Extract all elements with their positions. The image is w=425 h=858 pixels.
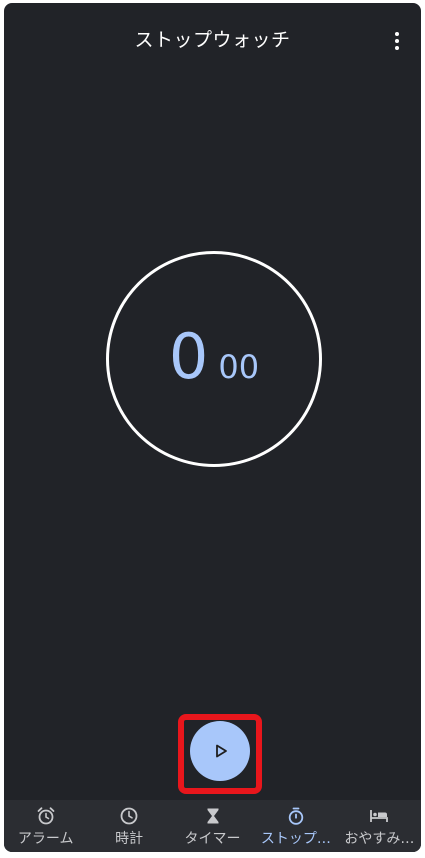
more-vert-icon — [395, 32, 399, 36]
top-app-bar: ストップウォッチ — [4, 3, 421, 79]
elapsed-seconds: 0 — [168, 320, 209, 393]
clock-icon — [118, 806, 140, 826]
nav-item-stopwatch[interactable]: ストップ… — [254, 800, 337, 852]
start-button[interactable] — [190, 721, 250, 781]
stopwatch-dial: 0 00 — [106, 251, 322, 467]
nav-item-bedtime[interactable]: おやすみ… — [338, 800, 421, 852]
stopwatch-icon — [285, 806, 307, 826]
nav-label-clock: 時計 — [115, 831, 144, 847]
play-icon — [216, 744, 227, 758]
nav-label-timer: タイマー — [184, 831, 241, 847]
elapsed-time[interactable]: 0 00 — [109, 326, 319, 388]
nav-label-bedtime: おやすみ… — [344, 831, 415, 847]
nav-item-clock[interactable]: 時計 — [87, 800, 170, 852]
nav-item-timer[interactable]: タイマー — [171, 800, 254, 852]
alarm-icon — [35, 806, 57, 826]
stopwatch-screen: ストップウォッチ 0 00 アラーム 時計 タイマー ストップ… おやすみ… — [4, 3, 421, 852]
nav-item-alarm[interactable]: アラーム — [4, 800, 87, 852]
nav-label-alarm: アラーム — [17, 831, 74, 847]
more-vert-icon-dot — [395, 39, 399, 43]
more-vert-icon-dot — [395, 46, 399, 50]
nav-label-stopwatch: ストップ… — [260, 831, 331, 847]
bed-icon — [368, 806, 390, 826]
bottom-navigation: アラーム 時計 タイマー ストップ… おやすみ… — [4, 800, 421, 852]
more-options-button[interactable] — [383, 23, 411, 59]
hourglass-icon — [202, 806, 224, 826]
page-title: ストップウォッチ — [134, 29, 291, 51]
elapsed-centiseconds: 00 — [218, 348, 260, 386]
